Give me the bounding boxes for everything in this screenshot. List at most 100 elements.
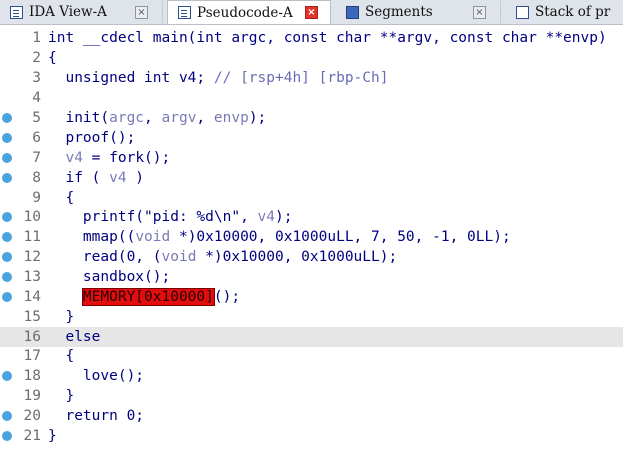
segments-icon	[346, 5, 359, 19]
code-token: init(	[48, 110, 110, 126]
code-line[interactable]: 21}	[0, 426, 623, 446]
code-token: ,	[196, 110, 214, 126]
line-number: 8	[32, 170, 41, 186]
line-number: 7	[32, 150, 41, 166]
pseudocode-editor[interactable]: 1 int __cdecl main(int argc, const char *…	[0, 25, 623, 454]
breakpoint-icon[interactable]	[2, 411, 12, 421]
code-line[interactable]: 18 love();	[0, 366, 623, 386]
code-text: mmap((void *)0x10000, 0x1000uLL, 7, 50, …	[48, 227, 511, 247]
tab-close-icon[interactable]: ×	[473, 5, 486, 19]
breakpoint-icon[interactable]	[2, 173, 12, 183]
code-line[interactable]: 14 MEMORY[0x10000]();	[0, 287, 623, 307]
code-token: void	[135, 229, 171, 245]
code-line[interactable]: 11 mmap((void *)0x10000, 0x1000uLL, 7, 5…	[0, 227, 623, 247]
code-text: {	[48, 48, 57, 68]
line-number: 11	[23, 229, 41, 245]
code-token: void	[161, 249, 197, 265]
breakpoint-icon[interactable]	[2, 212, 12, 222]
code-token: ,	[240, 209, 258, 225]
code-line[interactable]: 19 }	[0, 386, 623, 406]
code-token: return 0;	[48, 408, 145, 424]
code-text: v4 = fork();	[48, 148, 170, 168]
code-text: love();	[48, 366, 144, 386]
breakpoint-icon[interactable]	[2, 232, 12, 242]
code-text: sandbox();	[48, 267, 170, 287]
code-text: int __cdecl main(int argc, const char **…	[48, 28, 607, 48]
line-number: 14	[23, 289, 41, 305]
code-text: }	[48, 386, 74, 406]
code-line[interactable]: 7 v4 = fork();	[0, 148, 623, 168]
breakpoint-icon[interactable]	[2, 292, 12, 302]
line-number: 15	[23, 309, 41, 325]
code-token: v4	[257, 209, 275, 225]
code-token: v4	[65, 150, 83, 166]
code-line[interactable]: 13 sandbox();	[0, 267, 623, 287]
code-line[interactable]: 5 init(argc, argv, envp);	[0, 108, 623, 128]
code-line[interactable]: 1 int __cdecl main(int argc, const char *…	[0, 28, 623, 48]
code-token: else	[48, 329, 101, 345]
code-token: }	[48, 309, 75, 325]
code-text: printf("pid: %d\n", v4);	[48, 207, 293, 227]
code-line[interactable]: 4	[0, 88, 623, 108]
code-text: else	[48, 327, 100, 347]
code-token: ,	[144, 110, 162, 126]
line-number: 19	[23, 388, 41, 404]
code-line[interactable]: 3 unsigned int v4; // [rsp+4h] [rbp-Ch]	[0, 68, 623, 88]
tab-pseudocode[interactable]: Pseudocode-A ×	[167, 0, 331, 24]
breakpoint-icon[interactable]	[2, 153, 12, 163]
breakpoint-icon[interactable]	[2, 133, 12, 143]
code-line[interactable]: 9 {	[0, 188, 623, 208]
pseudocode-icon	[178, 6, 191, 19]
code-token: }	[48, 428, 57, 444]
code-text: init(argc, argv, envp);	[48, 108, 266, 128]
code-line[interactable]: 10 printf("pid: %d\n", v4);	[0, 207, 623, 227]
code-line[interactable]: 16 else	[0, 327, 623, 347]
line-number: 21	[23, 428, 41, 444]
code-text: unsigned int v4; // [rsp+4h] [rbp-Ch]	[48, 68, 388, 88]
code-text: if ( v4 )	[48, 168, 144, 188]
tab-segments[interactable]: Segments ×	[336, 1, 501, 23]
code-line[interactable]: 6 proof();	[0, 128, 623, 148]
code-token: );	[248, 110, 267, 126]
code-token: mmap((	[48, 229, 136, 245]
line-number: 5	[32, 110, 41, 126]
code-line[interactable]: 15 }	[0, 307, 623, 327]
code-token: v4	[109, 170, 127, 186]
code-line[interactable]: 17 {	[0, 346, 623, 366]
code-text: {	[48, 188, 74, 208]
code-token: // [rsp+4h] [rbp-Ch]	[213, 70, 389, 86]
code-line[interactable]: 2{	[0, 48, 623, 68]
breakpoint-icon[interactable]	[2, 431, 12, 441]
code-token: envp	[213, 110, 249, 126]
code-line[interactable]: 8 if ( v4 )	[0, 168, 623, 188]
line-number: 18	[23, 368, 41, 384]
breakpoint-icon[interactable]	[2, 113, 12, 123]
code-token: *)0x10000, 0x1000uLL);	[196, 249, 398, 265]
code-token: )	[126, 170, 145, 186]
code-token: {	[48, 348, 75, 364]
code-token: );	[275, 209, 293, 225]
tab-close-icon[interactable]: ×	[135, 5, 148, 19]
breakpoint-icon[interactable]	[2, 272, 12, 282]
line-number: 9	[32, 190, 41, 206]
line-number: 4	[32, 90, 41, 106]
tab-stack[interactable]: Stack of pr	[506, 1, 623, 23]
code-text: proof();	[48, 128, 135, 148]
code-text: }	[48, 426, 57, 446]
breakpoint-icon[interactable]	[2, 371, 12, 381]
tab-ida-view[interactable]: IDA View-A ×	[0, 1, 163, 23]
code-token: {	[48, 50, 57, 66]
code-token: unsigned int v4;	[48, 70, 214, 86]
tab-close-icon[interactable]: ×	[305, 6, 318, 19]
tab-label: Pseudocode-A	[197, 4, 293, 21]
code-token: {	[48, 190, 75, 206]
code-token: argv	[161, 110, 197, 126]
code-token: sandbox();	[48, 269, 171, 285]
code-text: return 0;	[48, 406, 144, 426]
code-line[interactable]: 20 return 0;	[0, 406, 623, 426]
ida-view-icon	[10, 5, 23, 19]
code-line[interactable]: 12 read(0, (void *)0x10000, 0x1000uLL);	[0, 247, 623, 267]
code-token: proof();	[48, 130, 136, 146]
breakpoint-icon[interactable]	[2, 252, 12, 262]
code-token: love();	[48, 368, 145, 384]
